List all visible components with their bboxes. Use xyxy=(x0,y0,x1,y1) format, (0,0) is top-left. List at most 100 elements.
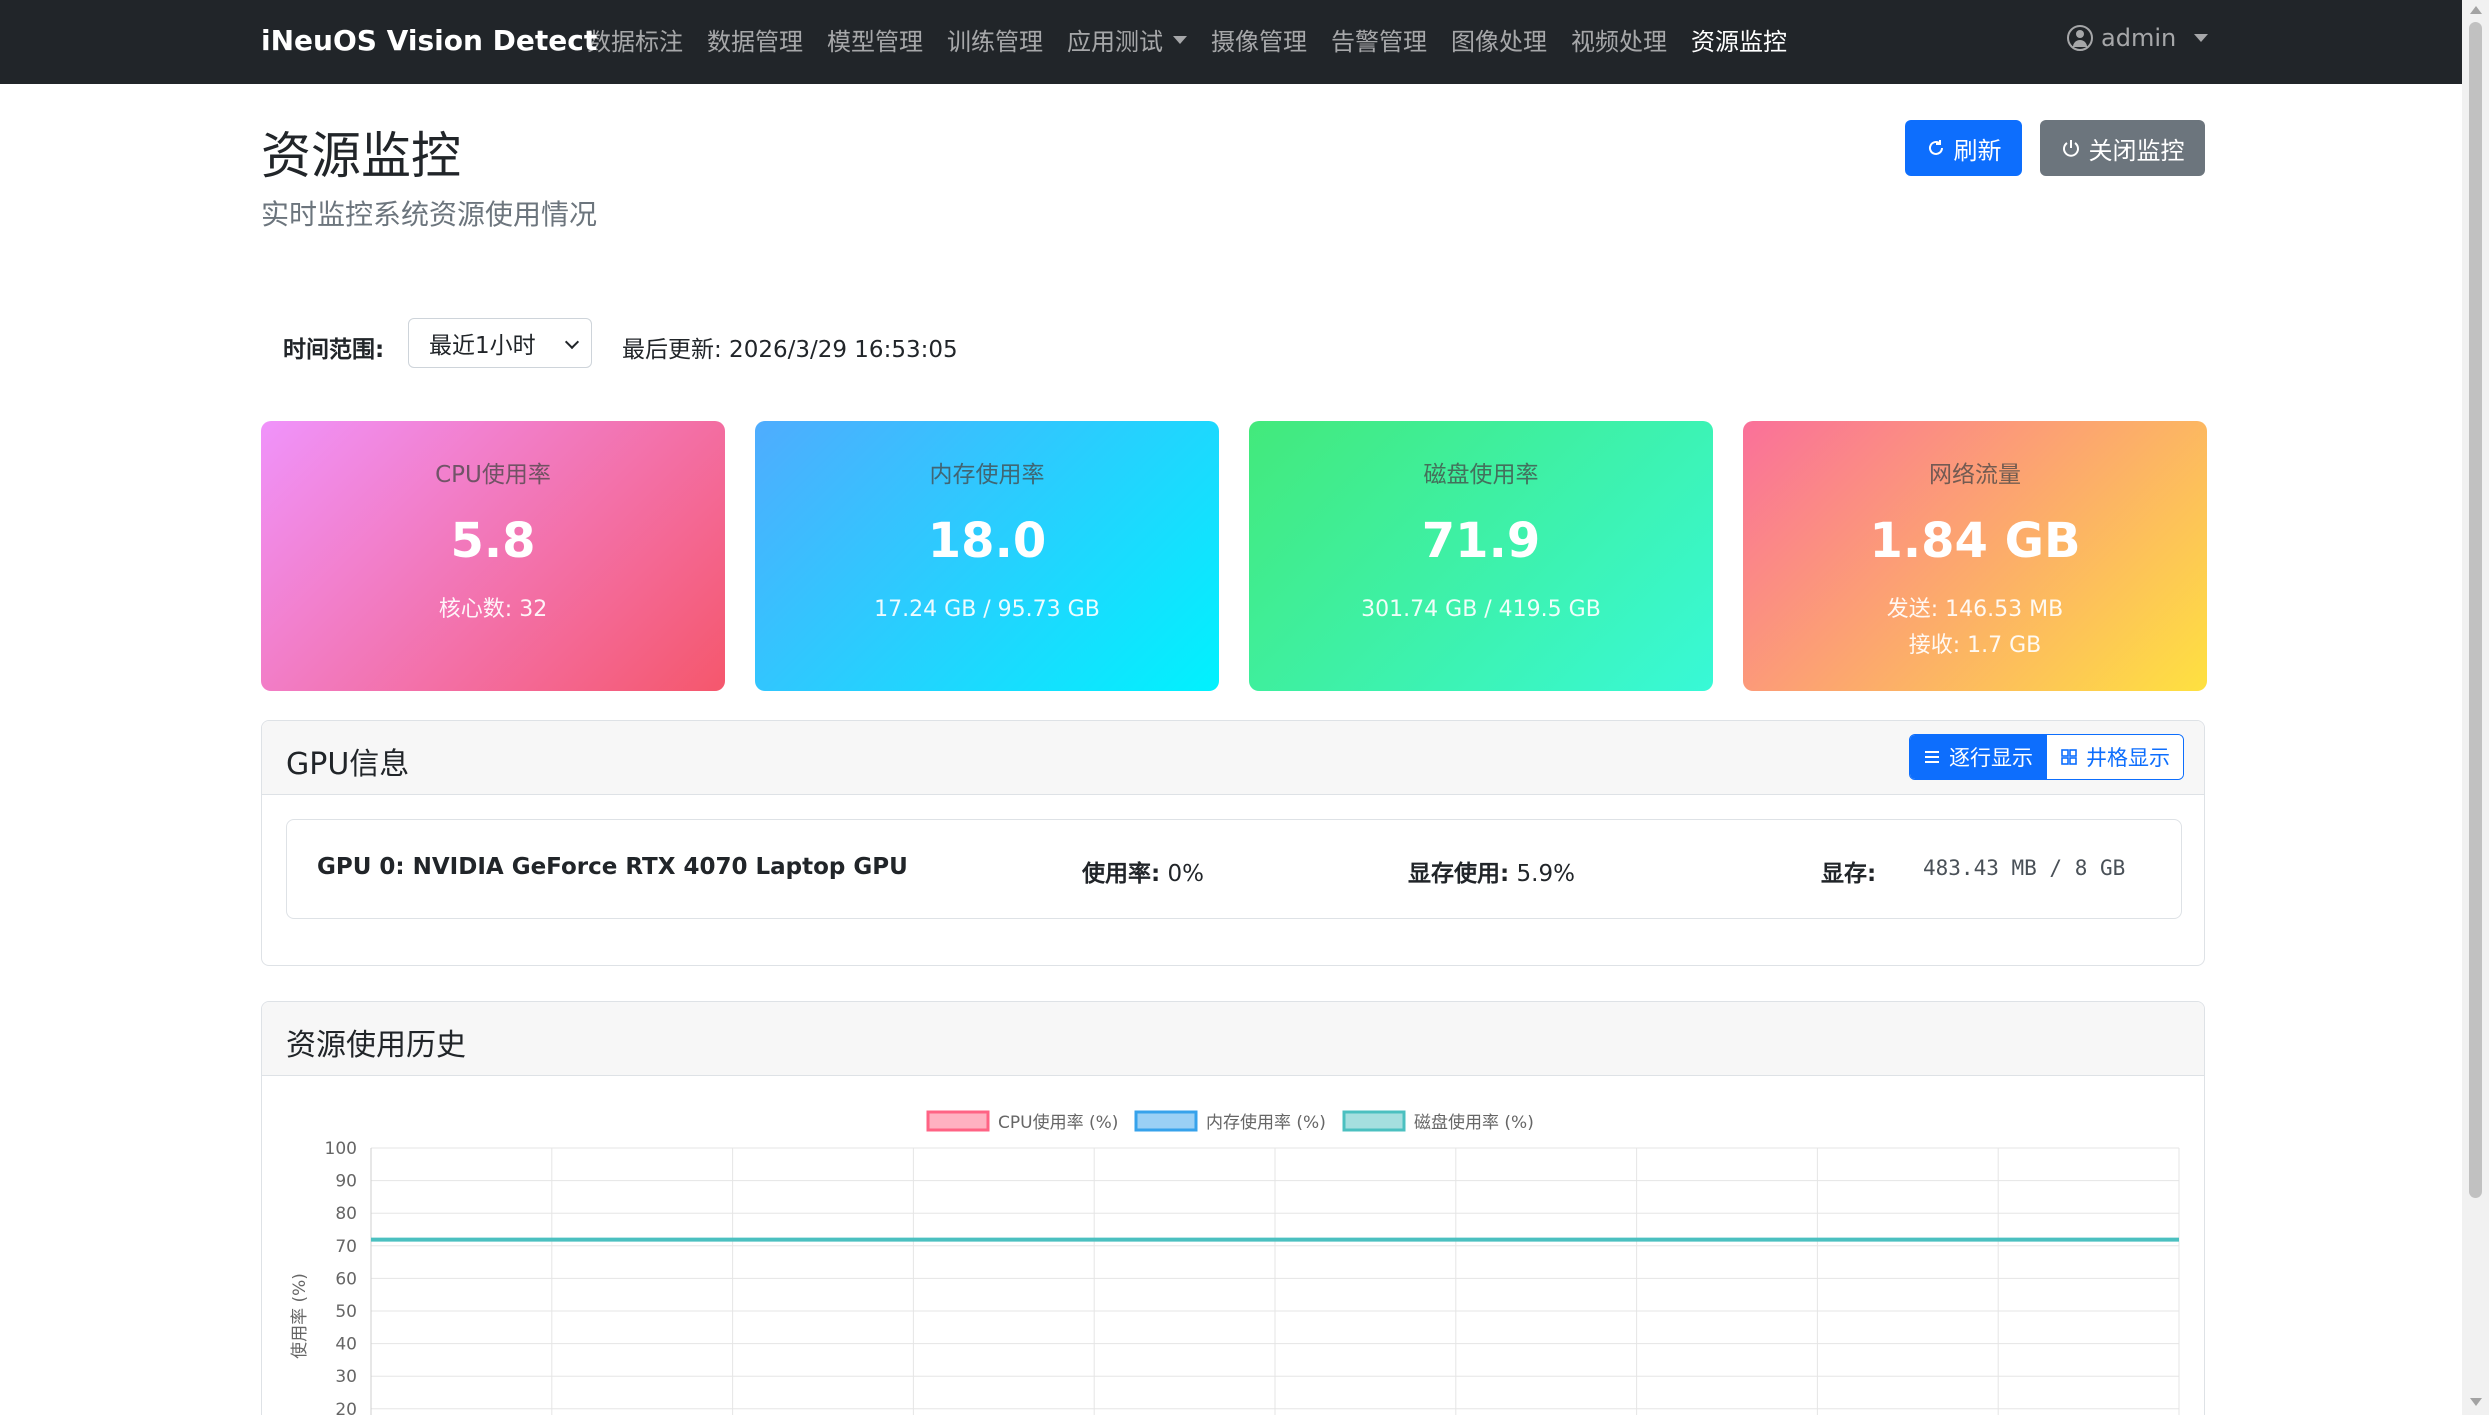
page-scrollbar[interactable] xyxy=(2462,0,2489,1415)
nav-item-label: 告警管理 xyxy=(1331,28,1427,56)
chart-y-tick-label: 50 xyxy=(335,1302,357,1322)
scroll-down-icon[interactable] xyxy=(2470,1398,2482,1406)
chart-y-tick-label: 70 xyxy=(335,1237,357,1257)
chart-legend-label: 磁盘使用率 (%) xyxy=(1414,1112,1534,1133)
chart-y-tick-label: 90 xyxy=(335,1172,357,1192)
list-icon xyxy=(1925,751,1939,763)
network-received-text: 接收: 1.7 GB xyxy=(1908,633,2042,658)
gpu-panel-title: GPU信息 xyxy=(286,747,410,782)
chart-y-tick-label: 30 xyxy=(335,1367,357,1387)
chart-y-axis-label: 使用率 (%) xyxy=(289,1273,310,1359)
last-update-text: 最后更新: 2026/3/29 16:53:05 xyxy=(622,337,958,363)
disk-detail-text: 301.74 GB / 419.5 GB xyxy=(1361,597,1601,622)
nav-item-alarm-management[interactable]: 告警管理 xyxy=(1331,22,1427,57)
nav-item-image-processing[interactable]: 图像处理 xyxy=(1451,22,1547,57)
chart-legend-swatch xyxy=(1342,1110,1406,1132)
power-icon xyxy=(2062,140,2079,157)
user-menu[interactable]: admin xyxy=(2067,24,2209,52)
chart-legend-label: 内存使用率 (%) xyxy=(1206,1112,1326,1133)
nav-item-label: 摄像管理 xyxy=(1211,28,1307,56)
time-range-label: 时间范围: xyxy=(283,337,385,363)
close-monitor-label: 关闭监控 xyxy=(2088,136,2185,165)
memory-usage-label: 内存使用率 xyxy=(929,462,1045,488)
gpu-view-toggle: 逐行显示 井格显示 xyxy=(1909,734,2184,780)
chart-y-tick-label: 40 xyxy=(335,1335,357,1355)
chart-y-tick-label: 20 xyxy=(335,1400,357,1415)
page-title: 资源监控 xyxy=(261,127,461,185)
nav-item-label: 训练管理 xyxy=(947,28,1043,56)
history-panel-title: 资源使用历史 xyxy=(286,1028,466,1063)
network-traffic-card: 网络流量 1.84 GB 发送: 146.53 MB 接收: 1.7 GB xyxy=(1743,421,2207,691)
refresh-button[interactable]: 刷新 xyxy=(1905,120,2022,176)
refresh-icon xyxy=(1928,140,1943,155)
chart-y-tick-label: 100 xyxy=(325,1139,357,1159)
time-range-select[interactable]: 最近1小时 xyxy=(408,318,592,368)
gpu-vram-usage-label: 显存使用: xyxy=(1408,861,1510,887)
chart-y-tick-label: 60 xyxy=(335,1269,357,1289)
nav-item-data-management[interactable]: 数据管理 xyxy=(707,22,803,57)
network-traffic-value: 1.84 GB xyxy=(1869,513,2081,569)
nav-item-label: 视频处理 xyxy=(1571,28,1667,56)
chart-y-tick-label: 80 xyxy=(335,1204,357,1224)
chevron-down-icon xyxy=(564,334,580,350)
grid-view-button[interactable]: 井格显示 xyxy=(2046,735,2183,779)
cpu-cores-text: 核心数: 32 xyxy=(438,597,548,622)
nav-item-app-testing[interactable]: 应用测试 xyxy=(1067,22,1187,57)
gpu-usage-field: 使用率: 0% xyxy=(1082,854,1204,888)
gpu-row: GPU 0: NVIDIA GeForce RTX 4070 Laptop GP… xyxy=(286,819,2182,919)
gpu-vram-usage-field: 显存使用: 5.9% xyxy=(1408,854,1575,888)
nav-item-training-management[interactable]: 训练管理 xyxy=(947,22,1043,57)
resource-history-chart: 100 90 80 70 60 50 40 30 20 使用率 (%) CPU使用率 (%) 内存使用… xyxy=(289,1110,2180,1415)
grid-icon xyxy=(2061,749,2077,765)
disk-usage-label: 磁盘使用率 xyxy=(1423,462,1539,488)
cpu-usage-card: CPU使用率 5.8 核心数: 32 xyxy=(261,421,725,691)
top-navbar: iNeuOS Vision Detect 数据标注 数据管理 模型管理 训练管理… xyxy=(0,0,2462,84)
cpu-usage-label: CPU使用率 xyxy=(435,462,551,488)
gpu-name: GPU 0: NVIDIA GeForce RTX 4070 Laptop GP… xyxy=(317,854,908,880)
nav-item-label: 图像处理 xyxy=(1451,28,1547,56)
gpu-info-panel: GPU信息 逐行显示 井格显示 GPU 0: NVIDIA GeForce RT… xyxy=(261,720,2205,966)
cpu-usage-value: 5.8 xyxy=(450,513,536,569)
close-monitor-button[interactable]: 关闭监控 xyxy=(2040,120,2205,176)
nav-item-model-management[interactable]: 模型管理 xyxy=(827,22,923,57)
nav-item-resource-monitor[interactable]: 资源监控 xyxy=(1691,22,1787,57)
row-view-button[interactable]: 逐行显示 xyxy=(1910,735,2046,779)
gpu-vram-label-text: 显存: xyxy=(1821,861,1877,887)
memory-usage-card: 内存使用率 18.0 17.24 GB / 95.73 GB xyxy=(755,421,1219,691)
network-detail: 发送: 146.53 MB 接收: 1.7 GB xyxy=(1743,592,2207,664)
time-range-value: 最近1小时 xyxy=(429,333,536,359)
nav-item-label: 数据标注 xyxy=(587,28,683,56)
chart-legend-swatch xyxy=(926,1110,990,1132)
page-subtitle: 实时监控系统资源使用情况 xyxy=(261,198,598,231)
nav-item-data-annotation[interactable]: 数据标注 xyxy=(587,22,683,57)
brand-logo[interactable]: iNeuOS Vision Detect xyxy=(261,24,597,57)
refresh-label: 刷新 xyxy=(1953,136,2002,165)
chevron-down-icon xyxy=(1173,35,1187,44)
gpu-usage-label: 使用率: xyxy=(1082,861,1161,887)
disk-usage-value: 71.9 xyxy=(1421,513,1541,569)
nav-item-label: 数据管理 xyxy=(707,28,803,56)
chevron-down-icon xyxy=(2194,34,2209,42)
nav-item-label: 资源监控 xyxy=(1691,28,1787,56)
user-name: admin xyxy=(2101,24,2177,52)
scroll-thumb[interactable] xyxy=(2469,22,2482,1198)
memory-detail-text: 17.24 GB / 95.73 GB xyxy=(874,597,1100,622)
nav-item-camera-management[interactable]: 摄像管理 xyxy=(1211,22,1307,57)
nav-item-label: 模型管理 xyxy=(827,28,923,56)
network-traffic-label: 网络流量 xyxy=(1929,462,2021,488)
nav-item-label: 应用测试 xyxy=(1067,28,1163,56)
chart-legend-label: CPU使用率 (%) xyxy=(998,1112,1118,1133)
memory-usage-value: 18.0 xyxy=(927,513,1047,569)
row-view-label: 逐行显示 xyxy=(1949,746,2033,770)
gpu-usage-value: 0% xyxy=(1167,861,1205,887)
nav-menu: 数据标注 数据管理 模型管理 训练管理 应用测试 摄像管理 告警管理 图像处理 … xyxy=(587,22,1787,57)
disk-usage-card: 磁盘使用率 71.9 301.74 GB / 419.5 GB xyxy=(1249,421,1713,691)
grid-view-label: 井格显示 xyxy=(2086,746,2170,770)
gpu-vram-value: 483.43 MB / 8 GB xyxy=(1923,856,2126,880)
scroll-up-icon[interactable] xyxy=(2470,6,2482,14)
history-chart-area: 100 90 80 70 60 50 40 30 20 使用率 (%) CPU使用率 (%) 内存使用… xyxy=(262,1076,2204,1415)
user-circle-icon xyxy=(2067,25,2093,51)
nav-item-video-processing[interactable]: 视频处理 xyxy=(1571,22,1667,57)
gpu-vram-usage-value: 5.9% xyxy=(1516,861,1575,887)
resource-history-panel: 资源使用历史 100 90 80 70 60 50 40 30 20 使用率 (%) CPU使用率 … xyxy=(261,1001,2205,1415)
